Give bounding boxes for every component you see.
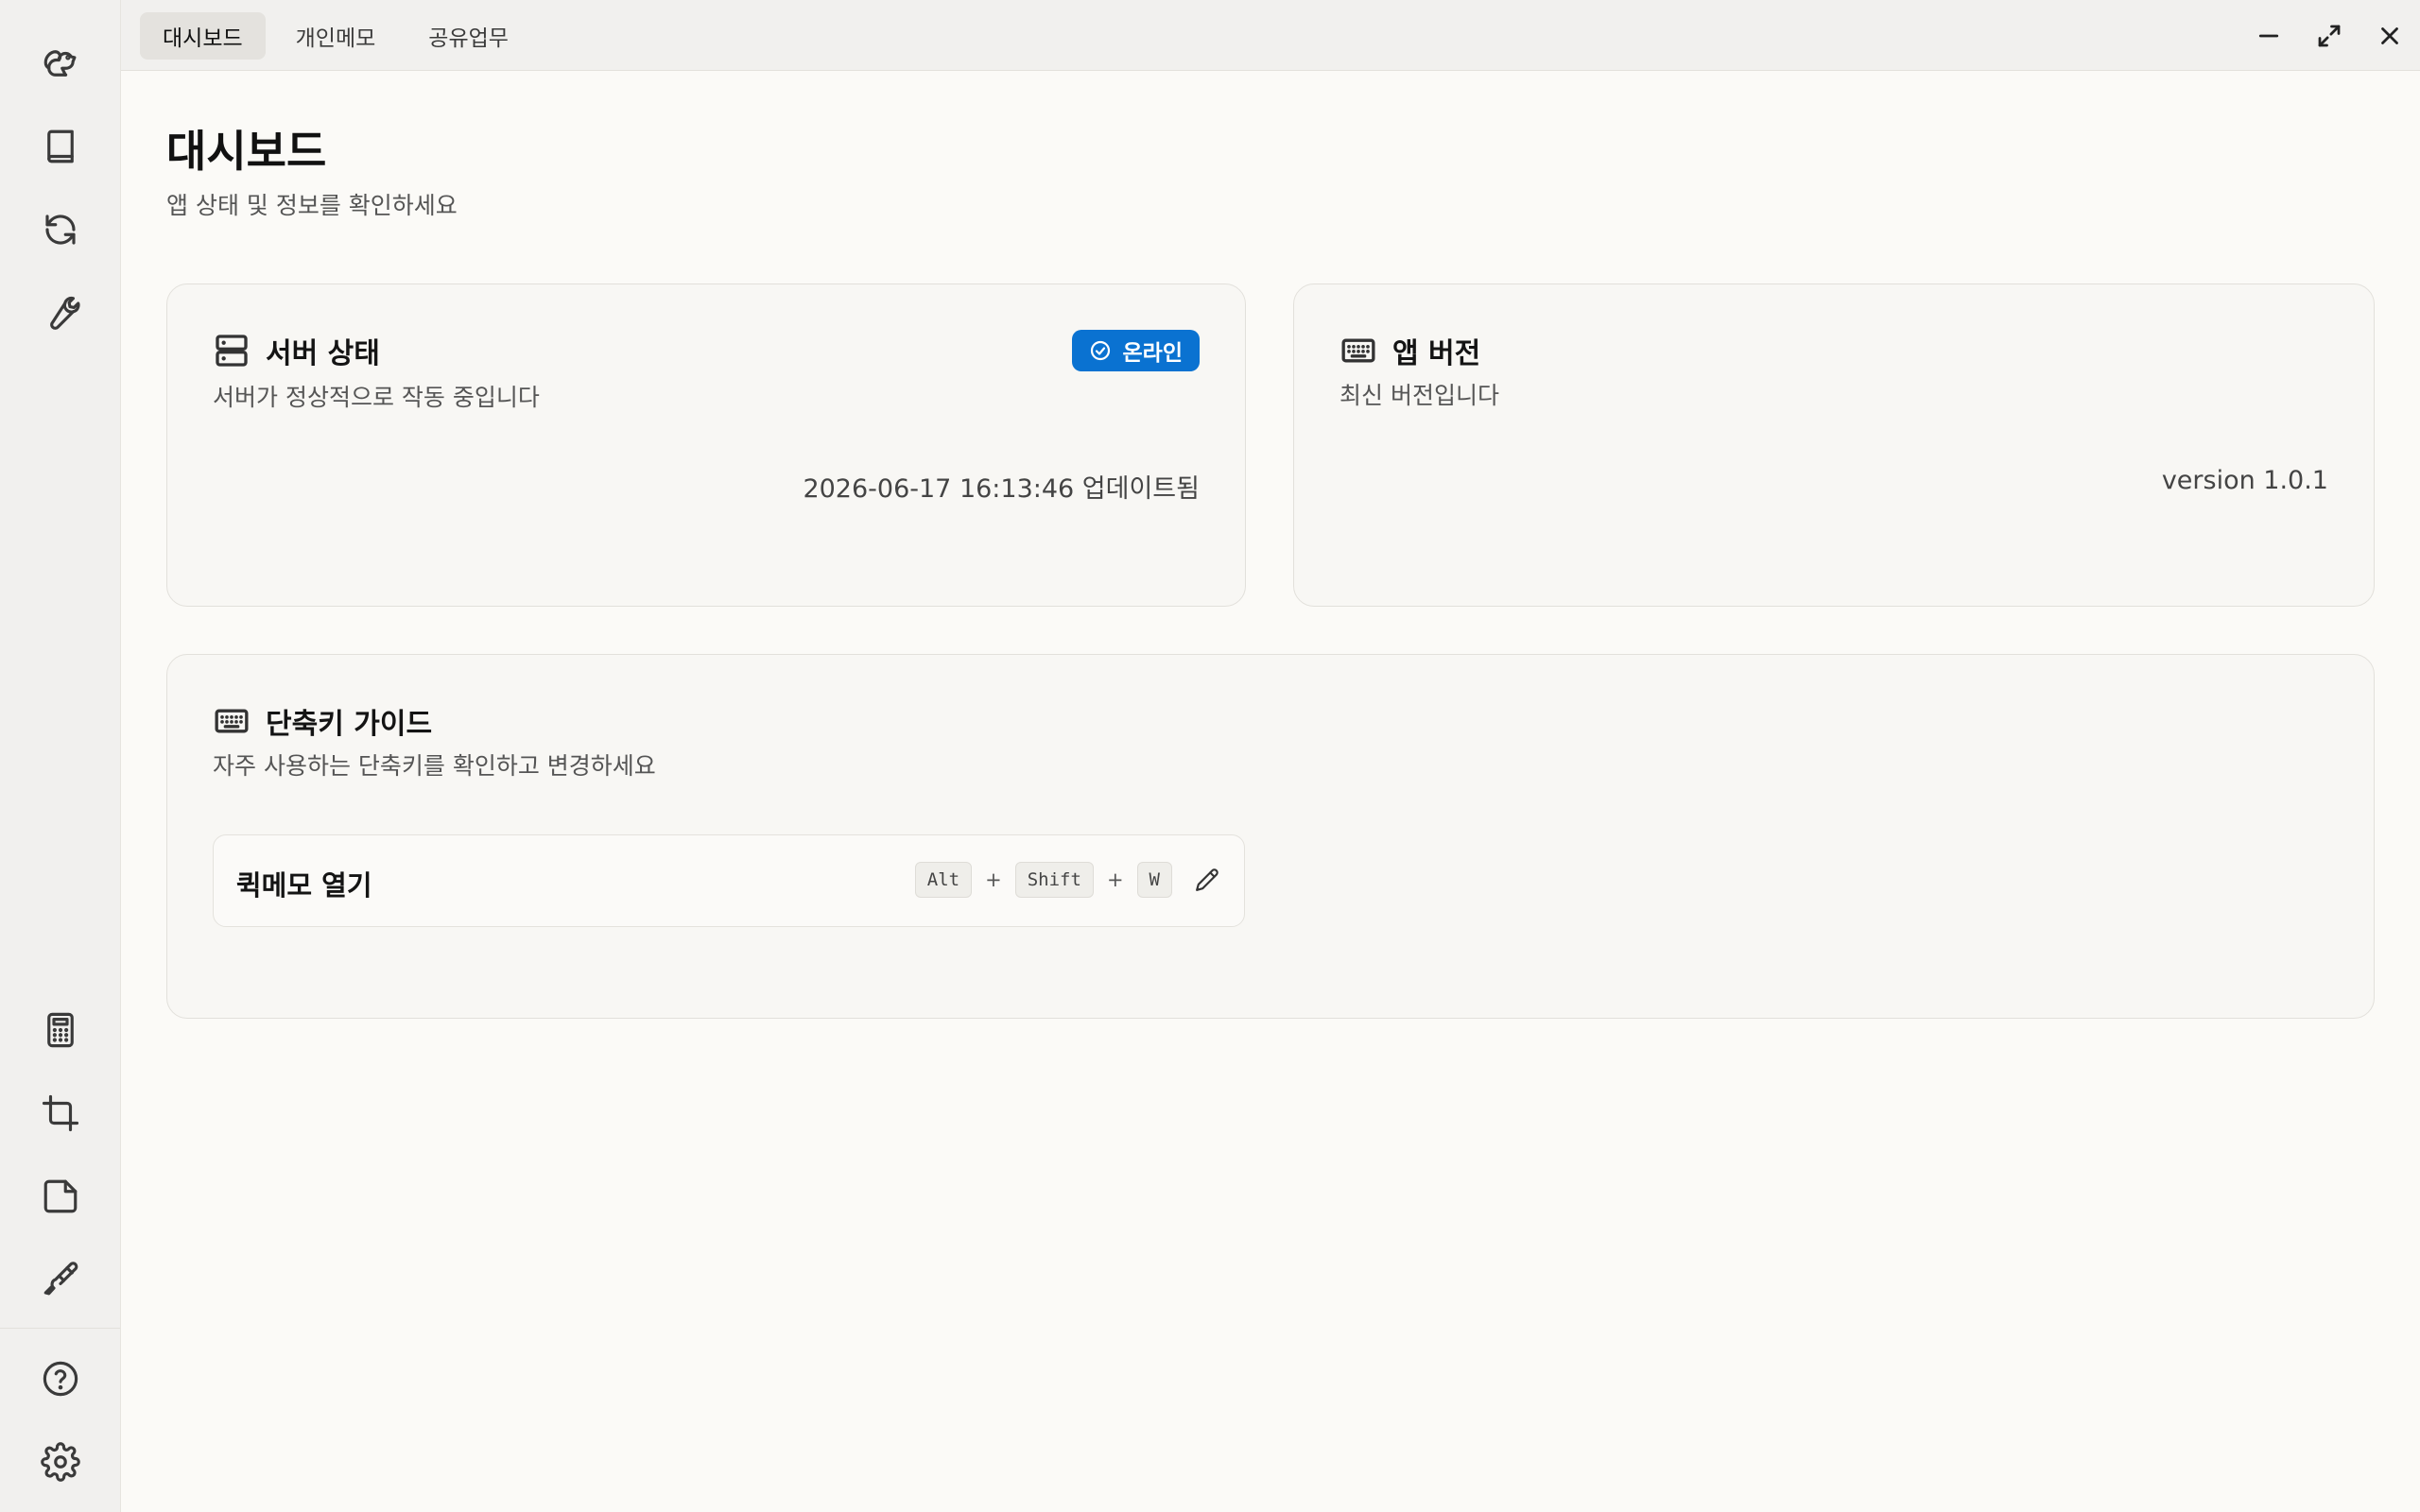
minimize-button[interactable]: [2238, 0, 2299, 71]
version-card-header: 앱 버전: [1340, 330, 1480, 371]
sidebar-item-help[interactable]: [32, 1350, 89, 1407]
sidebar-item-note[interactable]: [32, 1168, 89, 1225]
sidebar-divider: [0, 1328, 120, 1329]
page-subtitle: 앱 상태 및 정보를 확인하세요: [166, 192, 458, 219]
key-separator: +: [985, 868, 1002, 891]
refresh-icon: [45, 215, 76, 245]
pencil-icon: [1196, 868, 1219, 891]
shortcut-guide-card: 단축키 가이드 자주 사용하는 단축키를 확인하고 변경하세요 퀵메모 열기 A…: [166, 654, 2375, 1019]
paintbrush-icon: [43, 1262, 78, 1296]
sidebar-item-brush[interactable]: [32, 1251, 89, 1308]
version-card-title: 앱 버전: [1392, 337, 1481, 370]
edit-shortcut-button[interactable]: [1189, 862, 1225, 898]
sidebar-item-crop[interactable]: [32, 1085, 89, 1142]
server-card-description: 서버가 정상적으로 작동 중입니다: [213, 384, 540, 411]
server-updated-timestamp: 2026-06-17 16:13:46 업데이트됨: [803, 474, 1200, 504]
version-card-description: 최신 버전입니다: [1340, 382, 1499, 409]
window-controls: [2238, 0, 2420, 71]
close-button[interactable]: [2360, 0, 2420, 71]
key-alt: Alt: [914, 862, 973, 898]
sticky-note-icon: [43, 1179, 78, 1213]
shortcut-card-description: 자주 사용하는 단축키를 확인하고 변경하세요: [213, 752, 656, 780]
shortcut-card-title: 단축키 가이드: [266, 708, 433, 741]
sidebar: [0, 0, 121, 1512]
settings-icon: [41, 1442, 80, 1482]
app-version-card: 앱 버전 최신 버전입니다 version 1.0.1: [1293, 284, 2375, 607]
key-shift: Shift: [1014, 862, 1094, 898]
title-bar: 대시보드 개인메모 공유업무: [121, 0, 2420, 71]
check-circle-icon: [1090, 340, 1110, 361]
sidebar-item-tools[interactable]: [32, 284, 89, 341]
crop-icon: [42, 1094, 79, 1132]
version-number: version 1.0.1: [2161, 466, 2328, 495]
shortcut-label: 퀵메모 열기: [236, 869, 372, 902]
server-card-header: 서버 상태: [213, 330, 380, 371]
app-window: 대시보드 개인메모 공유업무 대시보드 앱 상태 및 정보를 확인하세요 서버 …: [0, 0, 2420, 1512]
shortcut-keys: Alt + Shift + W: [914, 862, 1225, 898]
shortcut-row-quick-memo: 퀵메모 열기 Alt + Shift + W: [213, 834, 1245, 927]
server-icon: [216, 335, 248, 367]
shortcut-card-header: 단축키 가이드: [213, 700, 432, 742]
wrench-icon: [50, 296, 80, 330]
maximize-icon: [2318, 25, 2341, 46]
tab-dashboard[interactable]: 대시보드: [140, 12, 266, 60]
status-badge: 온라인: [1071, 330, 1200, 371]
key-w: W: [1136, 862, 1172, 898]
close-icon: [2381, 26, 2398, 44]
minimize-icon: [2258, 34, 2279, 37]
sidebar-item-calculator[interactable]: [32, 1002, 89, 1058]
keyboard-icon: [215, 709, 249, 733]
help-icon: [43, 1361, 78, 1397]
keyboard-icon: [1341, 338, 1375, 363]
sidebar-item-sync[interactable]: [32, 201, 89, 258]
sidebar-item-settings[interactable]: [32, 1434, 89, 1490]
book-icon: [47, 129, 74, 163]
main-content: 대시보드 앱 상태 및 정보를 확인하세요 서버 상태 온라인 서버가 정상적으…: [121, 72, 2420, 1512]
tab-shared-tasks[interactable]: 공유업무: [406, 12, 531, 60]
squirrel-icon: [43, 50, 77, 77]
tab-personal-memo[interactable]: 개인메모: [273, 12, 399, 60]
sidebar-item-book[interactable]: [32, 118, 89, 175]
page-title: 대시보드: [166, 126, 327, 177]
tab-bar: 대시보드 개인메모 공유업무: [140, 12, 531, 60]
maximize-button[interactable]: [2299, 0, 2360, 71]
status-badge-label: 온라인: [1122, 341, 1183, 366]
server-card-title: 서버 상태: [266, 337, 380, 370]
server-status-card: 서버 상태 온라인 서버가 정상적으로 작동 중입니다 2026-06-17 1…: [166, 284, 1246, 607]
calculator-icon: [47, 1012, 74, 1048]
sidebar-item-squirrel[interactable]: [32, 35, 89, 92]
key-separator: +: [1106, 868, 1124, 891]
